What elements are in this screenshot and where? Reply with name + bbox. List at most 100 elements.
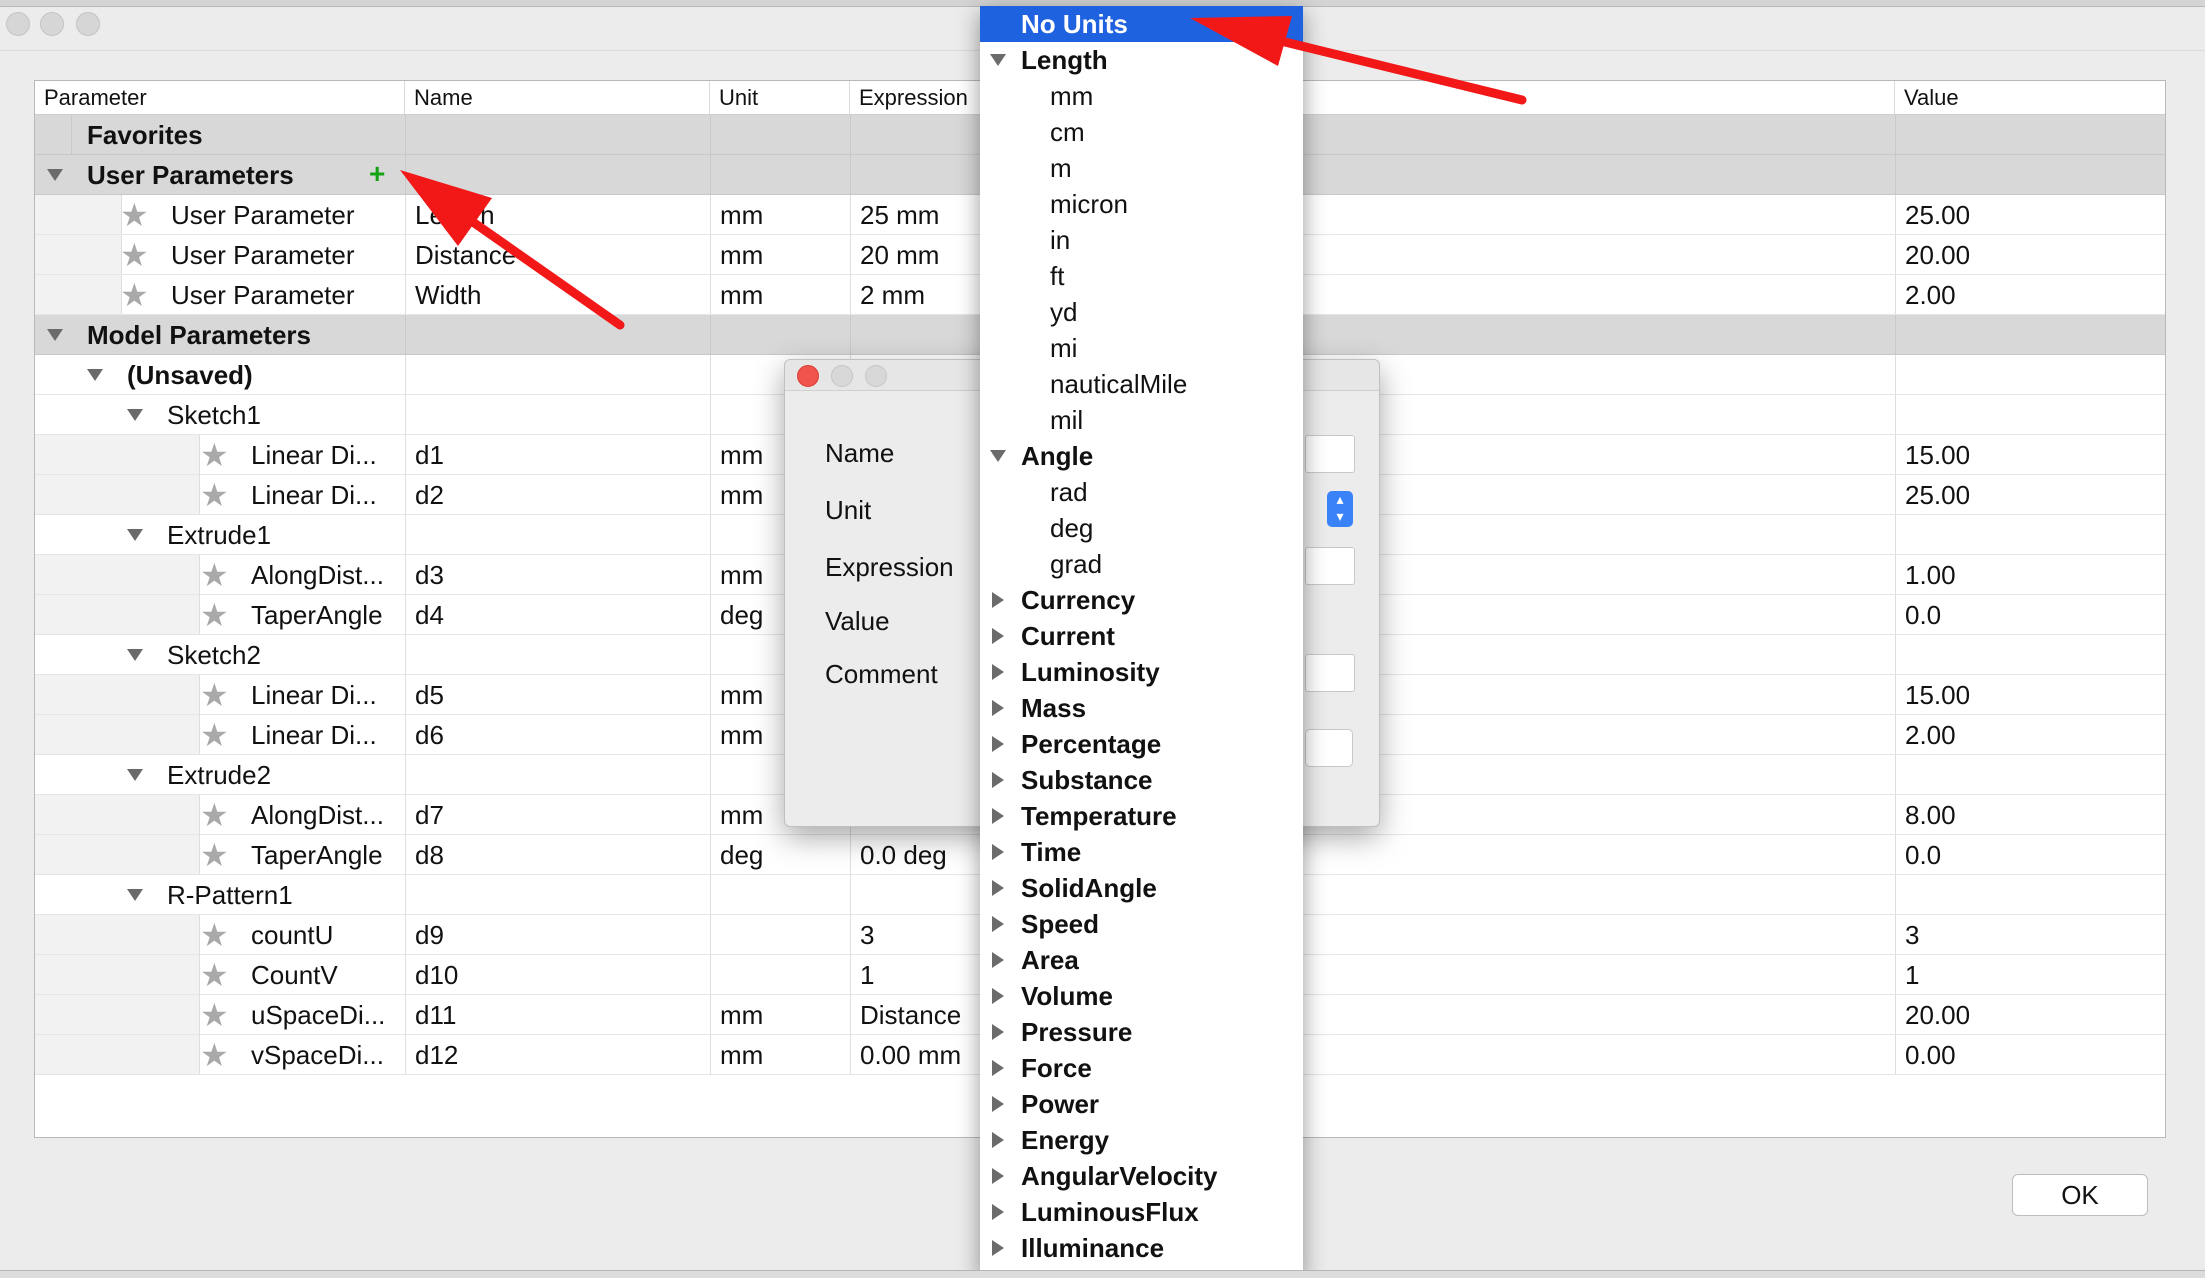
menu-category[interactable]: Energy xyxy=(980,1122,1303,1158)
menu-category[interactable]: Mass xyxy=(980,690,1303,726)
cell-unit[interactable]: mm xyxy=(720,555,763,594)
dialog-comment-input[interactable] xyxy=(1305,654,1355,692)
collapse-arrow-icon[interactable] xyxy=(87,369,103,381)
menu-category[interactable]: LuminousFlux xyxy=(980,1194,1303,1230)
dialog-unit-select[interactable]: ▴ ▾ xyxy=(1305,491,1353,527)
menu-category[interactable]: Pressure xyxy=(980,1014,1303,1050)
menu-item-unit[interactable]: deg xyxy=(980,510,1303,546)
favorite-star-icon[interactable]: ★ xyxy=(200,958,229,992)
favorite-star-icon[interactable]: ★ xyxy=(120,198,149,232)
collapse-arrow-icon[interactable] xyxy=(127,649,143,661)
cell-unit[interactable]: deg xyxy=(720,595,763,634)
menu-category[interactable]: Luminosity xyxy=(980,654,1303,690)
cell-unit[interactable]: mm xyxy=(720,435,763,474)
cell-expression[interactable]: 0.0 deg xyxy=(860,835,947,874)
cell-name[interactable]: d12 xyxy=(415,1035,458,1074)
menu-category[interactable]: Percentage xyxy=(980,726,1303,762)
cell-name[interactable]: d10 xyxy=(415,955,458,994)
favorite-star-icon[interactable]: ★ xyxy=(200,558,229,592)
favorite-star-icon[interactable]: ★ xyxy=(200,918,229,952)
dialog-close-button[interactable] xyxy=(797,365,819,387)
favorite-star-icon[interactable]: ★ xyxy=(200,798,229,832)
cell-expression[interactable]: 1 xyxy=(860,955,874,994)
add-parameter-plus-icon[interactable]: + xyxy=(369,160,385,188)
cell-name[interactable]: d5 xyxy=(415,675,444,714)
collapse-arrow-icon[interactable] xyxy=(127,769,143,781)
collapse-arrow-icon[interactable] xyxy=(127,409,143,421)
cell-expression[interactable]: 25 mm xyxy=(860,195,939,234)
column-header-value[interactable]: Value xyxy=(1895,81,2165,114)
column-header-name[interactable]: Name xyxy=(405,81,710,114)
dialog-name-input[interactable] xyxy=(1305,435,1355,473)
collapse-arrow-icon[interactable] xyxy=(47,169,63,181)
menu-category[interactable]: Current xyxy=(980,618,1303,654)
dialog-expression-input[interactable] xyxy=(1305,547,1355,585)
cell-unit[interactable]: mm xyxy=(720,675,763,714)
cell-name[interactable]: d8 xyxy=(415,835,444,874)
cell-name[interactable]: d7 xyxy=(415,795,444,834)
menu-category[interactable]: Currency xyxy=(980,582,1303,618)
cell-unit[interactable]: deg xyxy=(720,835,763,874)
favorite-star-icon[interactable]: ★ xyxy=(200,678,229,712)
menu-item-unit[interactable]: in xyxy=(980,222,1303,258)
cell-name[interactable]: Width xyxy=(415,275,481,314)
menu-category[interactable]: Area xyxy=(980,942,1303,978)
cell-expression[interactable]: 20 mm xyxy=(860,235,939,274)
cell-unit[interactable]: mm xyxy=(720,715,763,754)
cell-expression[interactable]: 0.00 mm xyxy=(860,1035,961,1074)
cell-name[interactable]: d11 xyxy=(415,995,456,1034)
cell-name[interactable]: d9 xyxy=(415,915,444,954)
favorite-star-icon[interactable]: ★ xyxy=(120,238,149,272)
menu-category[interactable]: Temperature xyxy=(980,798,1303,834)
menu-category[interactable]: SolidAngle xyxy=(980,870,1303,906)
menu-category-length[interactable]: Length xyxy=(980,42,1303,78)
cell-name[interactable]: Distance xyxy=(415,235,516,274)
cell-unit[interactable]: mm xyxy=(720,1035,763,1074)
cell-name[interactable]: d2 xyxy=(415,475,444,514)
cell-unit[interactable]: mm xyxy=(720,195,763,234)
menu-category[interactable]: Illuminance xyxy=(980,1230,1303,1266)
favorite-star-icon[interactable]: ★ xyxy=(200,478,229,512)
column-header-unit[interactable]: Unit xyxy=(710,81,850,114)
favorite-star-icon[interactable]: ★ xyxy=(200,438,229,472)
cell-unit[interactable]: mm xyxy=(720,475,763,514)
favorite-star-icon[interactable]: ★ xyxy=(200,998,229,1032)
cell-expression[interactable]: 2 mm xyxy=(860,275,925,314)
menu-item-unit[interactable]: mil xyxy=(980,402,1303,438)
menu-item-unit[interactable]: cm xyxy=(980,114,1303,150)
collapse-arrow-icon[interactable] xyxy=(47,329,63,341)
menu-category[interactable]: Volume xyxy=(980,978,1303,1014)
menu-category[interactable]: AngularVelocity xyxy=(980,1158,1303,1194)
favorite-star-icon[interactable]: ★ xyxy=(200,1038,229,1072)
favorite-star-icon[interactable]: ★ xyxy=(120,278,149,312)
cell-name[interactable]: d4 xyxy=(415,595,444,634)
favorite-star-icon[interactable]: ★ xyxy=(200,718,229,752)
menu-item-unit[interactable]: mi xyxy=(980,330,1303,366)
cell-unit[interactable]: mm xyxy=(720,995,763,1034)
menu-category[interactable]: Time xyxy=(980,834,1303,870)
cell-unit[interactable]: mm xyxy=(720,795,763,834)
cell-name[interactable]: Length xyxy=(415,195,495,234)
dialog-cancel-button[interactable] xyxy=(1305,729,1353,767)
ok-button[interactable]: OK xyxy=(2012,1174,2148,1216)
menu-item-unit[interactable]: yd xyxy=(980,294,1303,330)
menu-item-unit[interactable]: nauticalMile xyxy=(980,366,1303,402)
menu-item-unit[interactable]: micron xyxy=(980,186,1303,222)
select-stepper-icon[interactable]: ▴ ▾ xyxy=(1327,491,1353,527)
menu-category-angle[interactable]: Angle xyxy=(980,438,1303,474)
menu-item-unit[interactable]: rad xyxy=(980,474,1303,510)
menu-item-no-units[interactable]: No Units xyxy=(980,6,1303,42)
cell-unit[interactable]: mm xyxy=(720,275,763,314)
menu-category[interactable]: Force xyxy=(980,1050,1303,1086)
cell-expression[interactable]: Distance xyxy=(860,995,961,1034)
zoom-window-button[interactable] xyxy=(76,12,100,36)
cell-name[interactable]: d1 xyxy=(415,435,444,474)
menu-item-unit[interactable]: m xyxy=(980,150,1303,186)
close-window-button[interactable] xyxy=(6,12,30,36)
cell-name[interactable]: d3 xyxy=(415,555,444,594)
menu-category[interactable]: Substance xyxy=(980,762,1303,798)
cell-name[interactable]: d6 xyxy=(415,715,444,754)
column-header-parameter[interactable]: Parameter xyxy=(35,81,405,114)
menu-item-unit[interactable]: grad xyxy=(980,546,1303,582)
cell-expression[interactable]: 3 xyxy=(860,915,874,954)
